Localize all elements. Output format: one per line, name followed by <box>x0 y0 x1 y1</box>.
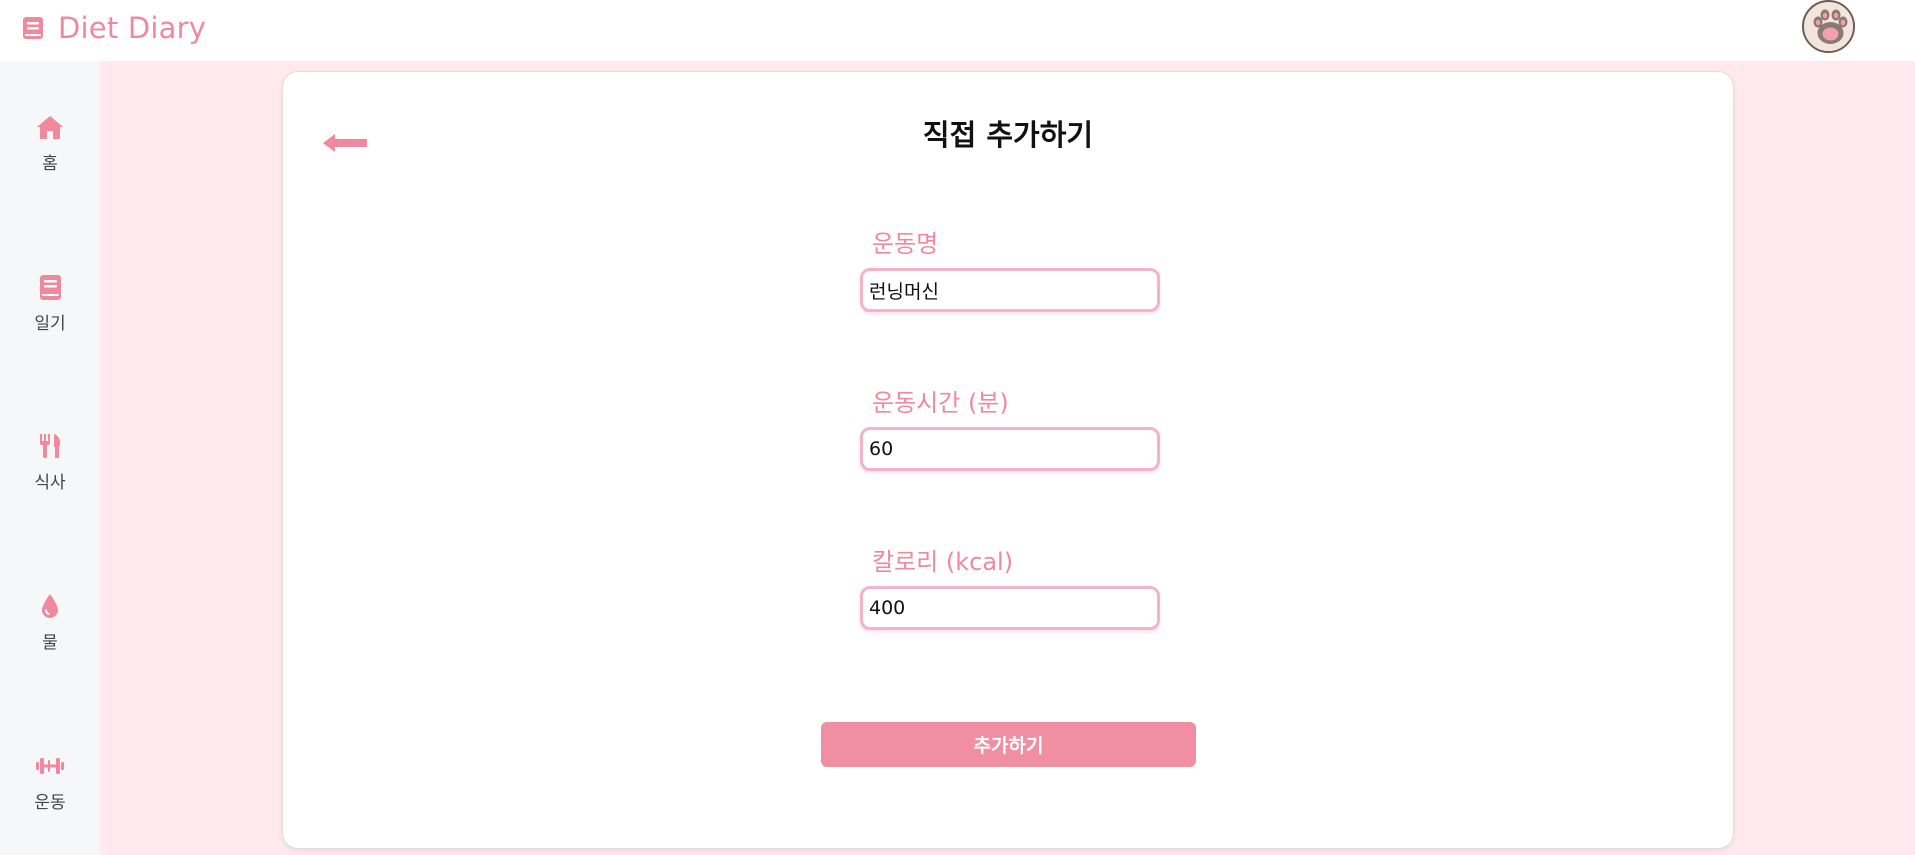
calories-field: 칼로리 (kcal) <box>860 542 1160 630</box>
sidebar-item-exercise[interactable]: 운동 <box>0 751 100 831</box>
avatar[interactable] <box>1802 0 1855 53</box>
book-icon <box>40 275 61 300</box>
exercise-duration-label: 운동시간 (분) <box>872 389 1009 417</box>
exercise-name-field: 운동명 <box>860 224 1160 312</box>
book-icon <box>23 17 43 39</box>
water-drop-icon <box>42 594 58 618</box>
sidebar-item-water[interactable]: 물 <box>0 591 100 671</box>
exercise-duration-field: 운동시간 (분) <box>860 383 1160 471</box>
sidebar-item-home[interactable]: 홈 <box>0 112 100 192</box>
brand-title: Diet Diary <box>58 11 207 45</box>
sidebar-item-label: 운동 <box>34 793 66 813</box>
cat-paw-icon <box>1804 2 1853 51</box>
sidebar-item-label: 식사 <box>34 473 66 493</box>
dumbbell-icon <box>36 758 64 774</box>
sidebar-item-label: 물 <box>42 633 58 653</box>
page-title: 직접 추가하기 <box>922 118 1094 152</box>
calories-label: 칼로리 (kcal) <box>872 548 1014 576</box>
exercise-name-label: 운동명 <box>872 230 939 258</box>
brand[interactable]: Diet Diary <box>22 9 206 47</box>
sidebar: 홈 일기 식사 물 운동 <box>0 61 100 855</box>
sidebar-item-label: 홈 <box>42 154 58 174</box>
exercise-name-input[interactable] <box>860 268 1160 312</box>
utensils-icon <box>40 434 61 458</box>
sidebar-item-meal[interactable]: 식사 <box>0 431 100 511</box>
sidebar-item-diary[interactable]: 일기 <box>0 272 100 352</box>
sidebar-item-label: 일기 <box>34 314 66 334</box>
exercise-duration-input[interactable] <box>860 427 1160 471</box>
add-exercise-card: 직접 추가하기 운동명 운동시간 (분) 칼로리 (kcal) 추가하기 <box>282 71 1734 849</box>
add-button[interactable]: 추가하기 <box>821 722 1196 767</box>
calories-input[interactable] <box>860 586 1160 630</box>
home-icon <box>37 116 63 139</box>
top-bar: Diet Diary <box>0 0 1915 61</box>
